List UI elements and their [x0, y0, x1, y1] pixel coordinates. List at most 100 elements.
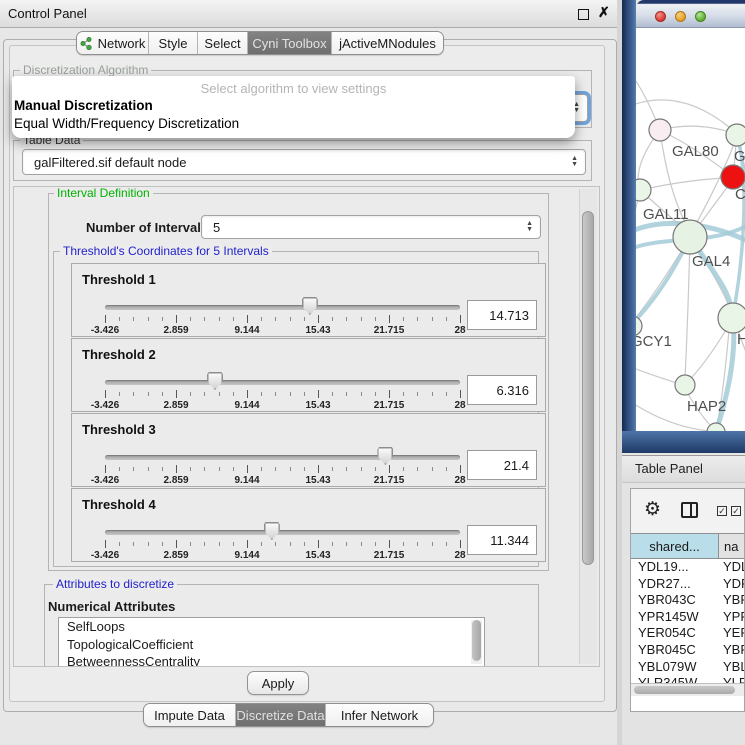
network-node[interactable]: [718, 303, 745, 333]
slider-track[interactable]: [105, 455, 460, 460]
table-row[interactable]: YBR043CYBR0: [631, 592, 745, 609]
attribute-list-item[interactable]: SelfLoops: [59, 618, 484, 636]
apply-button[interactable]: Apply: [247, 671, 309, 695]
slider-handle[interactable]: [207, 372, 223, 390]
table-hscrollbar-thumb[interactable]: [634, 686, 735, 694]
minor-tick: [403, 392, 404, 396]
slider-handle[interactable]: [264, 522, 280, 540]
settings-scrollpane: Interval Definition Number of Intervals …: [13, 186, 600, 667]
network-canvas[interactable]: GAL80GACGAL11GAL4GCY1HHAP2: [636, 28, 745, 431]
attribute-list-item[interactable]: BetweennessCentrality: [59, 653, 484, 667]
threshold-label: Threshold 1: [82, 272, 156, 287]
table-row[interactable]: YER054CYER0: [631, 625, 745, 642]
network-node[interactable]: [726, 124, 745, 146]
cell-name[interactable]: YBR0: [719, 592, 745, 609]
numerical-attributes-label: Numerical Attributes: [48, 599, 175, 614]
network-node[interactable]: [649, 119, 671, 141]
minor-tick: [346, 542, 347, 546]
numerical-attributes-list[interactable]: SelfLoopsTopologicalCoefficientBetweenne…: [58, 617, 485, 667]
cell-shared-name[interactable]: YDR27...: [631, 576, 719, 593]
table-row[interactable]: YBL079WYBL0: [631, 659, 745, 676]
cell-name[interactable]: YLR3: [719, 675, 745, 683]
slider-track[interactable]: [105, 305, 460, 310]
minor-tick: [332, 542, 333, 546]
network-node[interactable]: [675, 375, 695, 395]
slider-handle[interactable]: [302, 297, 318, 315]
cell-name[interactable]: YPR1: [719, 609, 745, 626]
minor-tick: [119, 467, 120, 471]
cell-shared-name[interactable]: YBL079W: [631, 659, 719, 676]
column-header-name[interactable]: na: [719, 534, 745, 558]
table-data-combobox[interactable]: galFiltered.sif default node ▲▼: [22, 149, 586, 175]
close-icon[interactable]: ✗: [598, 4, 610, 21]
minor-tick: [133, 317, 134, 321]
cell-name[interactable]: YDR2: [719, 576, 745, 593]
tab-discretize-data[interactable]: Discretize Data: [236, 704, 326, 726]
cell-name[interactable]: YDL1: [719, 559, 745, 576]
network-edge[interactable]: [685, 237, 690, 378]
cell-shared-name[interactable]: YER054C: [631, 625, 719, 642]
minor-tick: [361, 392, 362, 396]
table-row[interactable]: YLR345WYLR3: [631, 675, 745, 683]
slider-track[interactable]: [105, 530, 460, 535]
threshold-value-field[interactable]: 11.344: [467, 525, 537, 555]
list-scrollbar[interactable]: [471, 620, 482, 664]
cell-name[interactable]: YER0: [719, 625, 745, 642]
cell-shared-name[interactable]: YBR043C: [631, 592, 719, 609]
column-header-shared-name[interactable]: shared...: [631, 534, 719, 558]
threshold-value-field[interactable]: 21.4: [467, 450, 537, 480]
combo-arrows-icon: ▲▼: [526, 221, 533, 233]
tab-impute-data[interactable]: Impute Data: [144, 704, 236, 726]
option-equal-width-frequency[interactable]: Equal Width/Frequency Discretization: [14, 116, 239, 131]
settings-scrollbar-thumb[interactable]: [582, 211, 594, 565]
minor-tick: [403, 542, 404, 546]
table-row[interactable]: YPR145WYPR1: [631, 609, 745, 626]
network-window-titlebar[interactable]: [636, 0, 745, 28]
settings-scrollbar[interactable]: [579, 189, 597, 664]
scale-label: -3.426: [91, 550, 119, 561]
minimize-light-icon[interactable]: [675, 11, 686, 22]
close-light-icon[interactable]: [655, 11, 666, 22]
attribute-list-item[interactable]: TopologicalCoefficient: [59, 636, 484, 654]
node-label: GCY1: [636, 333, 672, 350]
checkbox-icon[interactable]: ✓: [731, 506, 741, 516]
network-node[interactable]: [673, 220, 707, 254]
table-row[interactable]: YDR27...YDR2: [631, 576, 745, 593]
node-table: ⚙ ✓ ✓ shared... na YDL19...YDL1YDR27...Y…: [630, 488, 745, 712]
major-tick: [318, 390, 319, 398]
gear-icon[interactable]: ⚙: [644, 498, 661, 521]
cell-shared-name[interactable]: YBR045C: [631, 642, 719, 659]
number-of-intervals-combobox[interactable]: 5 ▲▼: [201, 215, 541, 239]
network-edge[interactable]: [640, 178, 725, 190]
split-column-icon[interactable]: [681, 502, 698, 518]
tab-jactivemnodules[interactable]: jActiveMNodules: [332, 32, 443, 54]
cell-name[interactable]: YBR0: [719, 642, 745, 659]
slider-handle[interactable]: [377, 447, 393, 465]
scale-label: -3.426: [91, 475, 119, 486]
float-window-icon[interactable]: [578, 9, 589, 20]
option-manual-discretization[interactable]: Manual Discretization: [14, 98, 153, 113]
table-horizontal-scrollbar[interactable]: [631, 683, 745, 696]
cell-name[interactable]: YBL0: [719, 659, 745, 676]
tab-style[interactable]: Style: [149, 32, 198, 54]
cell-shared-name[interactable]: YPR145W: [631, 609, 719, 626]
slider-track[interactable]: [105, 380, 460, 385]
threshold-value-field[interactable]: 6.316: [467, 375, 537, 405]
table-row[interactable]: YBR045CYBR0: [631, 642, 745, 659]
tab-select[interactable]: Select: [198, 32, 248, 54]
threshold-value-field[interactable]: 14.713: [467, 300, 537, 330]
list-scrollbar-thumb[interactable]: [472, 620, 481, 661]
attribute-items: SelfLoopsTopologicalCoefficientBetweenne…: [59, 618, 484, 667]
tab-infer-network[interactable]: Infer Network: [326, 704, 433, 726]
checkbox-icon[interactable]: ✓: [717, 506, 727, 516]
algorithm-hint-option[interactable]: Select algorithm to view settings: [12, 81, 575, 96]
cell-shared-name[interactable]: YLR345W: [631, 675, 719, 683]
table-toolbar: ⚙ ✓ ✓: [631, 489, 745, 533]
table-row[interactable]: YDL19...YDL1: [631, 559, 745, 576]
tab-network[interactable]: Network: [77, 32, 149, 54]
cell-shared-name[interactable]: YDL19...: [631, 559, 719, 576]
node-label: GAL4: [692, 253, 730, 270]
zoom-light-icon[interactable]: [695, 11, 706, 22]
tab-cyni-toolbox[interactable]: Cyni Toolbox: [248, 32, 332, 54]
network-edge[interactable]: [636, 366, 677, 383]
